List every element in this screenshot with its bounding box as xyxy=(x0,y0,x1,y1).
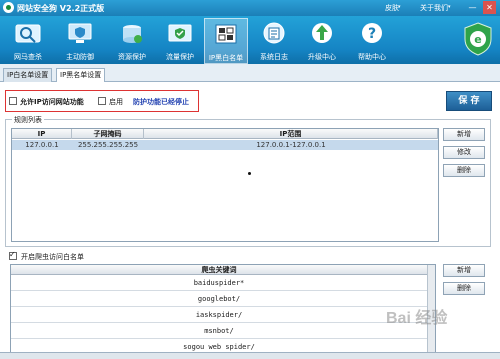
nav-ip-list[interactable]: IP黑白名单 xyxy=(204,18,248,64)
enable-label: 启用 xyxy=(109,98,123,106)
shield-e-logo-icon: e xyxy=(464,22,492,56)
rule-edit-button[interactable]: 修改 xyxy=(443,146,485,159)
rules-group: 规则列表 IP 子网掩码 IP范围 127.0.0.1 255.255.255.… xyxy=(5,115,491,247)
tab-ip-whitelist[interactable]: IP白名单设置 xyxy=(3,68,53,82)
tab-ip-blacklist[interactable]: IP黑名单设置 xyxy=(56,68,106,82)
nav-upgrade[interactable]: 升级中心 xyxy=(300,18,344,64)
col-crawler-keyword[interactable]: 爬虫关键词 xyxy=(11,265,427,275)
traffic-protect-icon xyxy=(168,24,192,42)
about-menu[interactable]: 关于我们 xyxy=(420,3,448,13)
cell-ip: 127.0.0.1 xyxy=(25,141,59,149)
enable-checkbox[interactable] xyxy=(98,97,106,105)
minimize-button[interactable]: — xyxy=(466,1,479,14)
title-bar: 网站安全狗 V2.2正式版 皮肤 ▾ 关于我们 ▾ — ✕ xyxy=(0,0,500,16)
col-range[interactable]: IP范围 xyxy=(144,129,438,139)
upgrade-icon xyxy=(312,23,332,43)
app-logo-icon xyxy=(3,2,14,13)
rule-delete-button[interactable]: 删除 xyxy=(443,164,485,177)
cell-range: 127.0.0.1-127.0.0.1 xyxy=(256,141,326,149)
nav-label: 主动防御 xyxy=(66,53,94,61)
nav-active-defense[interactable]: 主动防御 xyxy=(58,18,102,64)
rules-table: IP 子网掩码 IP范围 127.0.0.1 255.255.255.255 1… xyxy=(11,128,439,242)
close-button[interactable]: ✕ xyxy=(483,1,496,14)
nav-label: 系统日志 xyxy=(260,53,288,61)
allow-ip-icon xyxy=(9,97,17,105)
cell-mask: 255.255.255.255 xyxy=(77,141,139,149)
allow-ip-label: 允许IP访问网站功能 xyxy=(20,98,84,106)
table-row[interactable]: 127.0.0.1 255.255.255.255 127.0.0.1-127.… xyxy=(12,140,438,150)
allow-ip-panel: 允许IP访问网站功能 启用 防护功能已经停止 xyxy=(5,90,199,112)
skin-dropdown-icon[interactable]: ▾ xyxy=(398,4,401,10)
crawler-delete-button[interactable]: 删除 xyxy=(443,282,485,295)
rules-group-title: 规则列表 xyxy=(12,115,44,125)
list-item[interactable]: msnbot/ xyxy=(11,324,427,339)
nav-traffic-protect[interactable]: 流量保护 xyxy=(158,18,202,64)
crawler-whitelist-label: 开启爬虫访问白名单 xyxy=(21,253,84,261)
rules-table-header: IP 子网掩码 IP范围 xyxy=(12,129,438,139)
about-dropdown-icon[interactable]: ▾ xyxy=(448,4,451,10)
trojan-scan-icon xyxy=(15,24,41,43)
crawler-add-button[interactable]: 新增 xyxy=(443,264,485,277)
nav-label: 帮助中心 xyxy=(358,53,386,61)
crawler-whitelist-checkbox[interactable] xyxy=(9,250,17,260)
rule-add-button[interactable]: 新增 xyxy=(443,128,485,141)
nav-label: 资源保护 xyxy=(118,53,146,61)
protection-status: 防护功能已经停止 xyxy=(133,98,189,106)
nav-trojan-scan[interactable]: 网马查杀 xyxy=(6,18,50,64)
nav-label: 升级中心 xyxy=(308,53,336,61)
system-log-icon xyxy=(263,22,285,44)
nav-help[interactable]: ? 帮助中心 xyxy=(350,18,394,64)
crawler-table-header: 爬虫关键词 xyxy=(11,265,435,275)
list-item[interactable]: googlebot/ xyxy=(11,292,427,307)
nav-resource-protect[interactable]: 资源保护 xyxy=(110,18,154,64)
status-bar xyxy=(0,352,500,359)
skin-menu[interactable]: 皮肤 xyxy=(385,3,399,13)
nav-label: 网马查杀 xyxy=(14,53,42,61)
nav-label: 流量保护 xyxy=(166,53,194,61)
ip-list-icon xyxy=(215,24,237,44)
list-item[interactable]: iaskspider/ xyxy=(11,308,427,323)
active-defense-icon xyxy=(68,23,92,43)
help-icon: ? xyxy=(362,23,382,43)
nav-system-log[interactable]: 系统日志 xyxy=(252,18,296,64)
window-title: 网站安全狗 V2.2正式版 xyxy=(17,4,105,13)
col-ip[interactable]: IP xyxy=(12,129,72,139)
nav-label: IP黑白名单 xyxy=(208,54,244,62)
watermark: Bai 经验 xyxy=(386,310,448,327)
save-button[interactable]: 保 存 xyxy=(446,91,492,111)
svg-text:e: e xyxy=(474,33,481,46)
col-mask[interactable]: 子网掩码 xyxy=(72,129,144,139)
resource-protect-icon xyxy=(123,25,142,43)
main-toolbar: 网马查杀 主动防御 资源保护 流量保护 IP黑白名单 系统日志 升级中心 ? 帮… xyxy=(0,16,500,64)
tab-bar: IP白名单设置 IP黑名单设置 xyxy=(0,64,500,82)
list-item[interactable]: baiduspider* xyxy=(11,276,427,291)
svg-text:?: ? xyxy=(368,26,376,42)
cursor-dot xyxy=(248,172,251,175)
crawler-table: 爬虫关键词 baiduspider* googlebot/ iaskspider… xyxy=(10,264,436,359)
